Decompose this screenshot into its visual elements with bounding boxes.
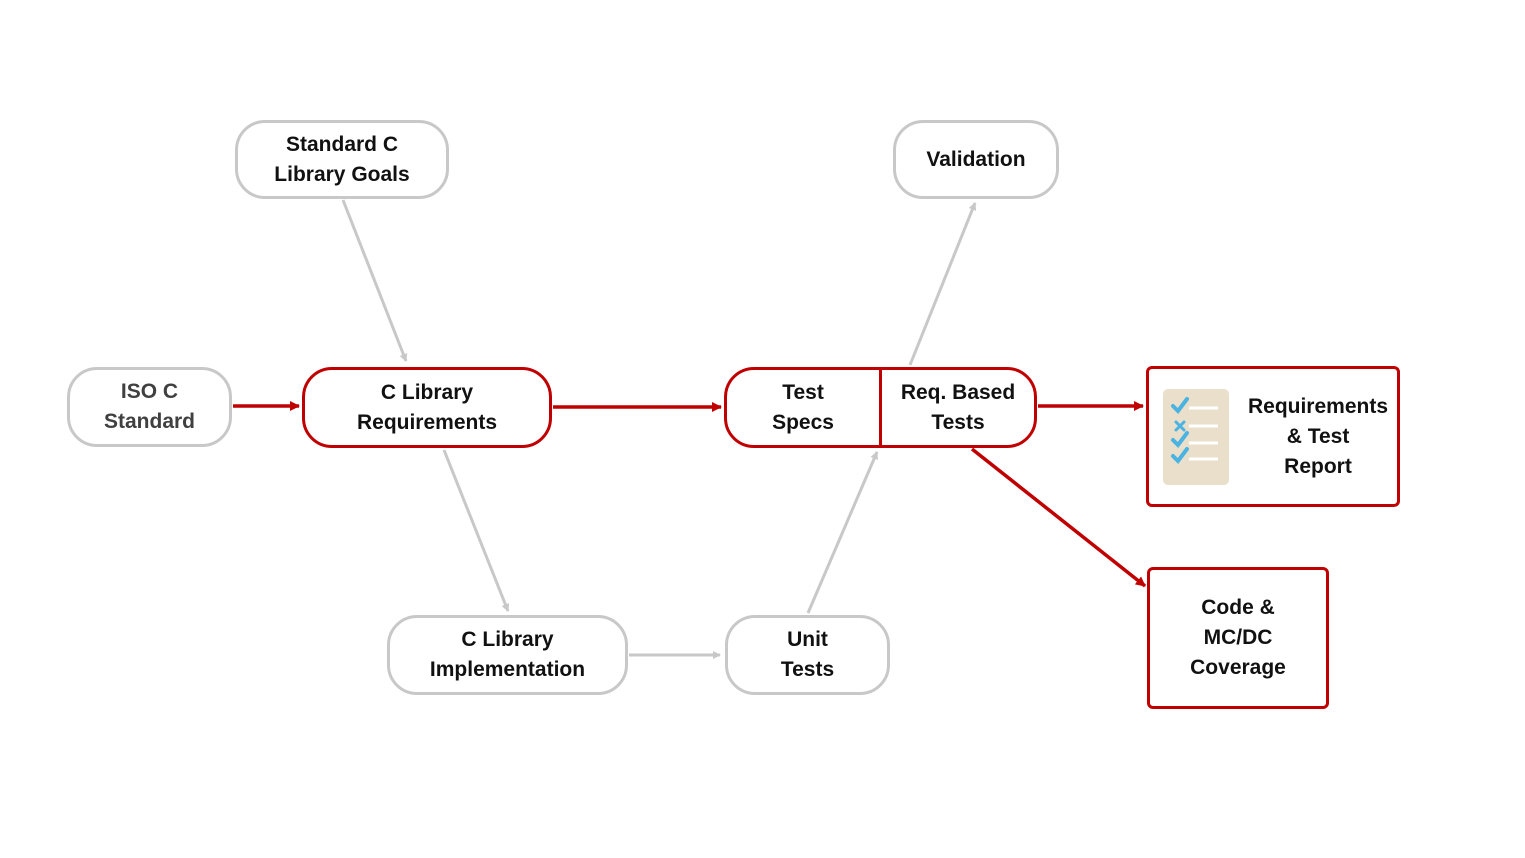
node-code-mcdc-coverage: Code & MC/DC Coverage xyxy=(1147,567,1329,709)
arrow-requirements-to-implementation xyxy=(442,449,510,612)
arrow-unit-tests-to-test-specs xyxy=(806,451,879,614)
checklist-icon xyxy=(1163,388,1229,485)
report-label: Requirements & Test Report xyxy=(1247,394,1389,478)
arrow-tests-to-validation xyxy=(908,202,977,366)
node-unit-tests: Unit Tests xyxy=(725,615,890,695)
node-requirements-test-report: Requirements & Test Report xyxy=(1146,366,1400,507)
node-tests: Test Specs Req. Based Tests xyxy=(724,367,1037,448)
node-validation: Validation xyxy=(893,120,1059,199)
node-c-library-requirements: C Library Requirements xyxy=(302,367,552,448)
node-req-based-tests: Req. Based Tests xyxy=(900,380,1016,434)
node-c-library-implementation: C Library Implementation xyxy=(387,615,628,695)
node-standard-c-library-goals: Standard C Library Goals xyxy=(235,120,449,199)
node-iso-c-standard: ISO C Standard xyxy=(67,367,232,447)
arrow-tests-to-coverage xyxy=(970,447,1147,588)
node-test-specs: Test Specs xyxy=(727,370,882,445)
arrow-goals-to-requirements xyxy=(341,199,408,362)
